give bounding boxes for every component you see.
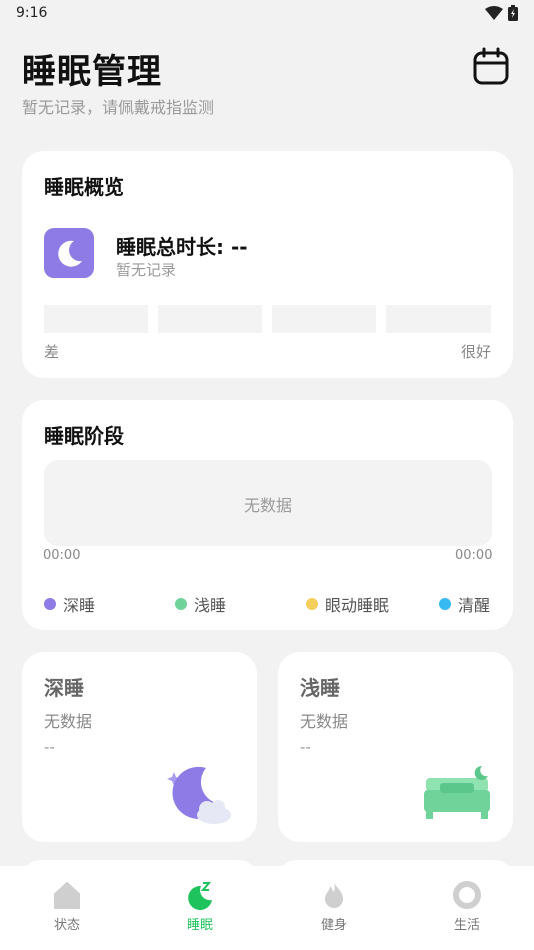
house-icon <box>54 882 80 909</box>
deep-dot <box>44 598 56 610</box>
bottom-tab-bar: 状态 睡眠 健身 生活 <box>0 866 534 950</box>
legend-label: 浅睡 <box>194 596 227 615</box>
legend-deep: 深睡 <box>44 592 95 616</box>
light-sleep-value: -- <box>300 738 311 756</box>
legend-awake: 清醒 <box>439 592 490 616</box>
light-sleep-status: 无数据 <box>300 712 349 731</box>
quality-bar-2 <box>158 305 262 333</box>
legend-light: 浅睡 <box>175 592 226 616</box>
tab-label: 睡眠 <box>186 918 213 933</box>
tab-sleep[interactable]: 睡眠 <box>160 880 240 933</box>
light-dot <box>175 598 187 610</box>
deep-sleep-title: 深睡 <box>44 676 84 700</box>
quality-bar-1 <box>44 305 148 333</box>
moon-icon <box>44 228 94 278</box>
tab-label: 生活 <box>453 918 480 933</box>
scale-high-label: 很好 <box>460 343 491 361</box>
legend-label: 眼动睡眠 <box>325 596 390 615</box>
time-end: 00:00 <box>455 548 493 563</box>
light-sleep-card[interactable]: 浅睡 无数据 -- <box>278 652 513 842</box>
status-bar: 9:16 <box>0 0 534 28</box>
scale-low-label: 差 <box>44 343 60 361</box>
sleep-stages-card[interactable]: 睡眠阶段 无数据 00:00 00:00 深睡 浅睡 眼动睡眠 清醒 <box>22 400 513 630</box>
awake-dot <box>439 598 451 610</box>
no-data-text: 无数据 <box>243 496 292 515</box>
quality-bar-4 <box>386 305 491 333</box>
flame-icon <box>325 882 343 908</box>
wifi-icon <box>485 6 503 20</box>
deep-sleep-value: -- <box>44 738 55 756</box>
tab-label: 健身 <box>320 918 347 933</box>
stages-title: 睡眠阶段 <box>44 424 124 448</box>
battery-icon <box>508 5 518 21</box>
tab-fitness[interactable]: 健身 <box>294 880 374 933</box>
calendar-icon <box>473 47 509 85</box>
tab-status[interactable]: 状态 <box>27 880 107 933</box>
deep-sleep-card[interactable]: 深睡 无数据 -- <box>22 652 257 842</box>
legend-label: 清醒 <box>458 596 491 615</box>
sleep-overview-card[interactable]: 睡眠概览 睡眠总时长: -- 暂无记录 差 很好 <box>22 151 513 378</box>
deep-sleep-status: 无数据 <box>44 712 93 731</box>
rem-dot <box>306 598 318 610</box>
tab-label: 状态 <box>53 918 80 933</box>
bed-icon <box>424 765 490 819</box>
page-subtitle: 暂无记录，请佩戴戒指监测 <box>22 98 215 117</box>
legend-rem: 眼动睡眠 <box>306 592 389 616</box>
light-sleep-title: 浅睡 <box>300 676 340 700</box>
sleep-duration-label: 睡眠总时长: -- <box>116 235 248 259</box>
status-time: 9:16 <box>16 5 48 21</box>
legend-label: 深睡 <box>63 596 96 615</box>
moon-cloud-icon <box>167 766 231 824</box>
calendar-button[interactable] <box>470 45 512 87</box>
sleep-duration-sub: 暂无记录 <box>116 261 177 279</box>
overview-title: 睡眠概览 <box>44 175 124 199</box>
stages-chart: 无数据 <box>44 460 492 546</box>
quality-bar-3 <box>272 305 376 333</box>
time-start: 00:00 <box>43 548 81 563</box>
sleep-icon <box>188 882 212 910</box>
ring-icon <box>453 881 481 909</box>
tab-life[interactable]: 生活 <box>427 880 507 933</box>
page-title: 睡眠管理 <box>22 52 162 92</box>
